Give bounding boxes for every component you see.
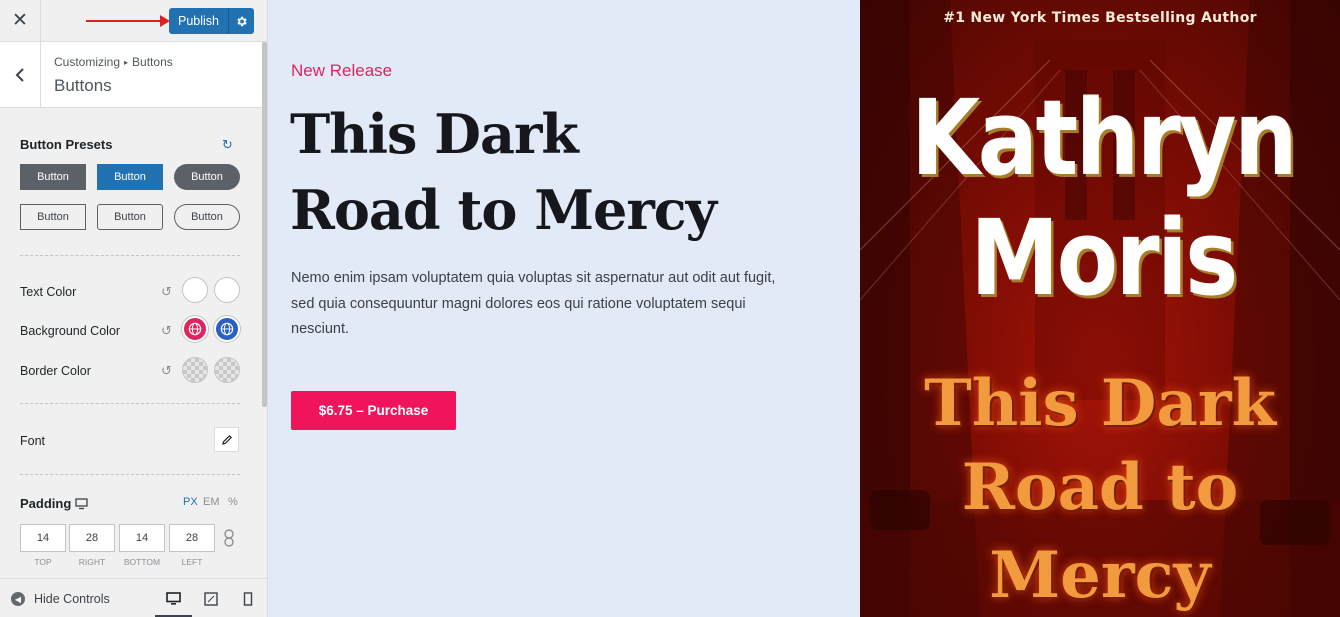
tablet-preview-icon[interactable] xyxy=(204,592,218,609)
link-values-icon[interactable] xyxy=(223,529,235,552)
desktop-responsive-icon[interactable] xyxy=(75,497,88,515)
reset-presets-icon[interactable]: ↻ xyxy=(222,137,233,153)
chevron-left-icon xyxy=(15,68,24,82)
padding-left-input[interactable]: 28 xyxy=(169,524,215,552)
section-header: Customizing ▸ Buttons Buttons xyxy=(0,42,262,108)
headline-line-1: This Dark xyxy=(290,102,579,166)
text-color-label: Text Color xyxy=(20,285,77,299)
cover-title-line-3: Mercy xyxy=(989,538,1211,613)
customizer-footer: ◀ Hide Controls xyxy=(0,578,267,617)
breadcrumb-current: Buttons xyxy=(132,55,173,69)
font-edit-button[interactable] xyxy=(214,427,239,452)
text-color-swatch-hover[interactable] xyxy=(214,277,240,303)
breadcrumb: Customizing ▸ Buttons xyxy=(54,55,173,69)
border-color-swatch-normal[interactable] xyxy=(182,357,208,383)
customizer-header: ✕ Publish xyxy=(0,0,267,42)
reset-background-color-icon[interactable]: ↺ xyxy=(161,323,172,339)
border-color-swatch-hover[interactable] xyxy=(214,357,240,383)
cover-title-line-2: Road to xyxy=(961,450,1239,525)
font-label: Font xyxy=(20,434,46,448)
divider xyxy=(20,255,240,256)
padding-bottom-input[interactable]: 14 xyxy=(119,524,165,552)
background-color-swatch-normal[interactable] xyxy=(182,316,208,342)
preset-button-gray-pill[interactable]: Button xyxy=(174,164,240,190)
preset-button-outline-pill[interactable]: Button xyxy=(174,204,240,230)
publish-settings-button[interactable] xyxy=(228,8,254,34)
globe-icon xyxy=(220,322,234,336)
button-presets-label: Button Presets xyxy=(20,137,113,152)
cover-author-last: Moris xyxy=(970,197,1238,319)
unit-percent[interactable]: % xyxy=(228,496,238,508)
reset-text-color-icon[interactable]: ↺ xyxy=(161,284,172,300)
text-color-swatch-normal[interactable] xyxy=(182,277,208,303)
breadcrumb-root: Customizing xyxy=(54,55,121,69)
hide-controls-icon[interactable]: ◀ xyxy=(11,592,25,606)
padding-top-caption: TOP xyxy=(34,557,52,567)
cover-author-first: Kathryn xyxy=(910,77,1298,199)
customizer-sidebar: ✕ Publish Customizing ▸ Buttons Buttons Bu… xyxy=(0,0,268,617)
sidebar-scrollbar[interactable] xyxy=(262,42,267,407)
purchase-button[interactable]: $6.75 – Purchase xyxy=(291,391,456,430)
eyebrow-text: New Release xyxy=(291,61,393,80)
hide-controls-button[interactable]: Hide Controls xyxy=(34,592,110,606)
reset-border-color-icon[interactable]: ↺ xyxy=(161,363,172,379)
cover-tagline: #1 New York Times Bestselling Author xyxy=(943,10,1257,26)
close-icon: ✕ xyxy=(12,10,28,31)
preset-button-gray-square[interactable]: Button xyxy=(20,164,86,190)
site-preview: New Release This Dark Road to Mercy Nemo… xyxy=(268,0,860,617)
preset-button-blue-square[interactable]: Button xyxy=(97,164,163,190)
divider xyxy=(20,474,240,475)
padding-right-caption: RIGHT xyxy=(78,557,106,567)
pencil-icon xyxy=(221,434,232,445)
padding-left-caption: LEFT xyxy=(181,557,203,567)
book-cover-image: #1 New York Times Bestselling Author Kat… xyxy=(860,0,1340,617)
padding-top-input[interactable]: 14 xyxy=(20,524,66,552)
padding-right-input[interactable]: 28 xyxy=(69,524,115,552)
unit-px[interactable]: PX xyxy=(183,496,198,508)
padding-bottom-caption: BOTTOM xyxy=(123,557,161,567)
preset-button-outline-square[interactable]: Button xyxy=(20,204,86,230)
breadcrumb-separator-icon: ▸ xyxy=(124,58,129,67)
section-title: Buttons xyxy=(54,76,112,95)
close-customizer-button[interactable]: ✕ xyxy=(0,0,41,41)
unit-em[interactable]: EM xyxy=(203,496,220,508)
mobile-preview-icon[interactable] xyxy=(243,592,253,609)
book-headline: This Dark Road to Mercy xyxy=(290,96,810,248)
publish-button[interactable]: Publish xyxy=(169,8,228,34)
padding-label: Padding xyxy=(20,496,72,511)
annotation-arrow xyxy=(86,15,170,27)
divider xyxy=(20,403,240,404)
border-color-label: Border Color xyxy=(20,364,91,378)
back-button[interactable] xyxy=(0,42,41,108)
headline-line-2: Road to Mercy xyxy=(290,178,717,242)
globe-icon xyxy=(188,322,202,336)
gear-icon xyxy=(237,16,247,26)
cover-title-line-1: This Dark xyxy=(924,366,1276,441)
desktop-preview-icon[interactable] xyxy=(166,592,181,609)
background-color-swatch-hover[interactable] xyxy=(214,316,240,342)
preset-button-outline-rounded[interactable]: Button xyxy=(97,204,163,230)
background-color-label: Background Color xyxy=(20,324,121,338)
book-description: Nemo enim ipsam voluptatem quia voluptas… xyxy=(291,270,776,337)
